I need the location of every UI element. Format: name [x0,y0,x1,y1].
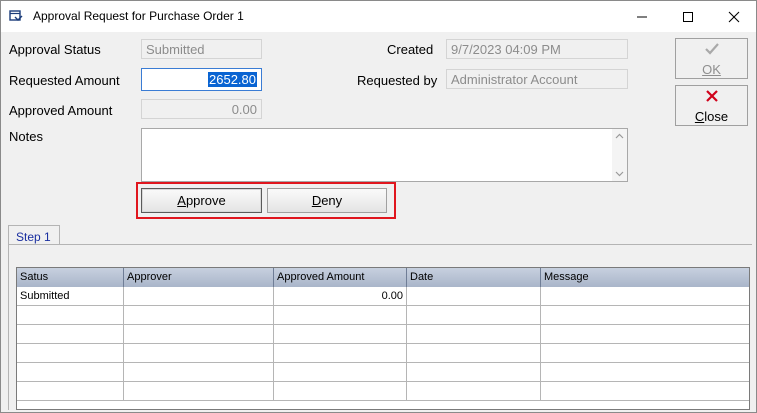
app-icon [9,10,23,21]
requested-amount-label: Requested Amount [9,73,120,88]
table-row[interactable] [17,306,749,325]
scroll-down-icon[interactable] [615,171,624,177]
maximize-button[interactable] [665,1,710,32]
scroll-up-icon[interactable] [615,133,624,139]
cell-message[interactable] [541,363,749,381]
minimize-icon [636,16,647,17]
cell-approver[interactable] [124,287,274,305]
table-row[interactable] [17,363,749,382]
tab-step-1[interactable]: Step 1 [8,225,60,245]
checkmark-icon [704,43,719,55]
cell-message[interactable] [541,382,749,400]
maximize-icon [682,11,693,22]
cell-approved-amount[interactable] [274,363,407,381]
cell-approver[interactable] [124,382,274,400]
notes-textarea[interactable] [141,128,628,182]
cell-approved-amount[interactable]: 0.00 [274,287,407,305]
cell-approver[interactable] [124,344,274,362]
approval-status-field: Submitted [141,39,262,59]
cell-date[interactable] [407,363,541,381]
close-button-label: Close [694,109,729,124]
column-header-approver[interactable]: Approver [124,268,274,287]
cell-approver[interactable] [124,306,274,324]
column-header-date[interactable]: Date [407,268,541,287]
ok-button-label: OK [702,62,721,77]
cell-approver[interactable] [124,325,274,343]
cell-status[interactable] [17,363,124,381]
notes-label: Notes [9,129,43,144]
cell-message[interactable] [541,287,749,305]
window-close-button[interactable] [711,1,756,32]
column-header-message[interactable]: Message [541,268,749,287]
ok-button[interactable]: OK [675,38,748,79]
cell-date[interactable] [407,325,541,343]
cell-status[interactable] [17,382,124,400]
table-row[interactable] [17,325,749,344]
table-row[interactable] [17,344,749,363]
requested-amount-input[interactable]: 2652.80 [141,68,262,91]
cell-message[interactable] [541,306,749,324]
cell-date[interactable] [407,382,541,400]
approval-status-label: Approval Status [9,42,101,57]
cell-status[interactable]: Submitted [17,287,124,305]
cell-status[interactable] [17,344,124,362]
requested-amount-value: 2652.80 [208,72,257,87]
cell-approved-amount[interactable] [274,344,407,362]
column-header-status[interactable]: Satus [17,268,124,287]
approval-request-window: Approval Request for Purchase Order 1 Ap… [0,0,757,413]
tab-strip: Step 1 [8,225,750,245]
notes-scrollbar[interactable] [612,129,627,181]
approve-deny-highlight [136,182,396,219]
window-title: Approval Request for Purchase Order 1 [33,9,244,23]
cell-approved-amount[interactable] [274,306,407,324]
cell-message[interactable] [541,344,749,362]
cell-date[interactable] [407,344,541,362]
cell-date[interactable] [407,306,541,324]
created-field: 9/7/2023 04:09 PM [446,39,628,59]
requested-by-field: Administrator Account [446,69,628,89]
title-bar: Approval Request for Purchase Order 1 [1,1,756,32]
cell-status[interactable] [17,306,124,324]
cell-message[interactable] [541,325,749,343]
cell-status[interactable] [17,325,124,343]
cell-date[interactable] [407,287,541,305]
close-icon [728,11,739,22]
column-header-approved-amount[interactable]: Approved Amount [274,268,407,287]
close-button[interactable]: Close [675,85,748,126]
approval-steps-grid[interactable]: Satus Approver Approved Amount Date Mess… [16,267,750,410]
cell-approved-amount[interactable] [274,325,407,343]
approved-amount-field: 0.00 [141,99,262,119]
minimize-button[interactable] [619,1,664,32]
tab-step-1-label: Step 1 [16,230,51,244]
red-x-icon [705,90,718,102]
table-row[interactable] [17,382,749,401]
cell-approved-amount[interactable] [274,382,407,400]
approved-amount-label: Approved Amount [9,103,113,118]
table-row[interactable]: Submitted 0.00 [17,287,749,306]
requested-by-label: Requested by [357,73,438,88]
grid-header: Satus Approver Approved Amount Date Mess… [17,268,749,287]
created-label: Created [387,42,434,57]
cell-approver[interactable] [124,363,274,381]
